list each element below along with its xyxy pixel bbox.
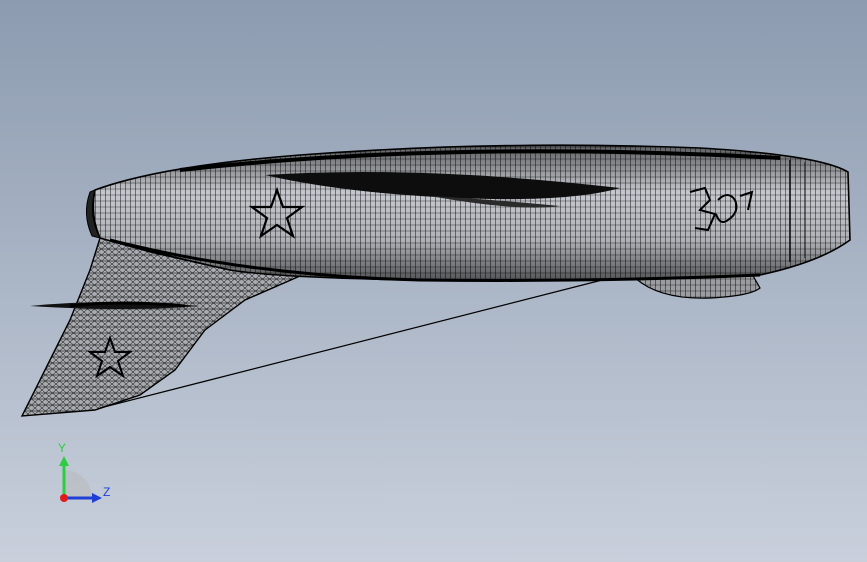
view-orientation-triad: Y Z bbox=[44, 440, 124, 510]
triad-plane-icon bbox=[64, 470, 92, 498]
wireframe-model[interactable] bbox=[0, 0, 867, 562]
graphics-viewport[interactable]: Y Z bbox=[0, 0, 867, 562]
y-axis-label: Y bbox=[58, 441, 67, 455]
z-axis-label: Z bbox=[103, 485, 111, 499]
fuselage bbox=[86, 144, 851, 282]
x-axis-dot bbox=[60, 494, 68, 502]
